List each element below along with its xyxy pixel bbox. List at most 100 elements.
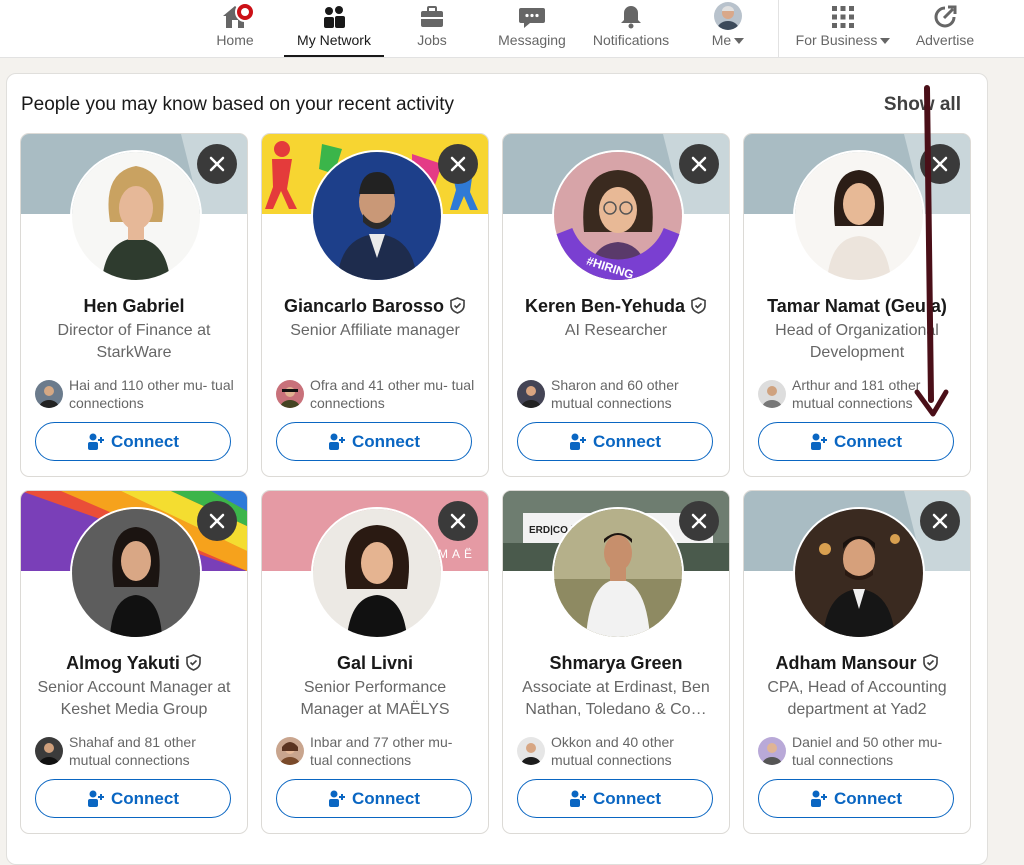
mutual-avatar bbox=[35, 380, 63, 408]
close-icon bbox=[209, 513, 225, 529]
chat-bubble-icon bbox=[518, 4, 546, 30]
mutual-text: Arthur and 181 other mutual connections bbox=[792, 377, 921, 411]
dismiss-button[interactable] bbox=[679, 501, 719, 541]
person-card[interactable]: MAË Gal Livni Senior Performance Manager… bbox=[261, 490, 489, 834]
person-card[interactable]: Tamar Namat (Geula) Head of Organization… bbox=[743, 133, 971, 477]
add-person-icon bbox=[811, 790, 827, 807]
mutual-connections: Ofra and 41 other mu- tual connections bbox=[276, 376, 476, 412]
dismiss-button[interactable] bbox=[679, 144, 719, 184]
nav-divider bbox=[778, 0, 779, 57]
person-name[interactable]: Tamar Namat (Geula) bbox=[767, 296, 947, 316]
mutual-text: Daniel and 50 other mu- tual connections bbox=[792, 734, 943, 768]
nav-label: Jobs bbox=[417, 32, 447, 48]
person-card[interactable]: Giancarlo Barosso Senior Affiliate manag… bbox=[261, 133, 489, 477]
person-name[interactable]: Keren Ben-Yehuda bbox=[525, 296, 685, 316]
person-card[interactable]: ERD|CO | Er Shmarya Green Associate at E… bbox=[502, 490, 730, 834]
person-name[interactable]: Hen Gabriel bbox=[83, 296, 184, 316]
chevron-down-icon bbox=[880, 38, 891, 45]
people-you-may-know-panel: People you may know based on your recent… bbox=[6, 73, 988, 865]
person-headline: AI Researcher bbox=[564, 322, 668, 339]
dismiss-button[interactable] bbox=[197, 144, 237, 184]
close-icon bbox=[691, 513, 707, 529]
section-title: People you may know based on your recent… bbox=[21, 94, 455, 115]
dismiss-button[interactable] bbox=[920, 501, 960, 541]
person-card[interactable]: Almog Yakuti Senior Account Manager at K… bbox=[20, 490, 248, 834]
notification-badge bbox=[235, 2, 255, 22]
mutual-avatar bbox=[517, 737, 545, 765]
avatar: #HIRING bbox=[552, 150, 684, 282]
dismiss-button[interactable] bbox=[920, 144, 960, 184]
show-all-link[interactable]: Show all bbox=[884, 94, 961, 116]
person-name[interactable]: Almog Yakuti bbox=[66, 653, 180, 673]
dismiss-button[interactable] bbox=[438, 144, 478, 184]
dismiss-button[interactable] bbox=[438, 501, 478, 541]
add-person-icon bbox=[329, 433, 345, 450]
connect-button[interactable]: Connect bbox=[758, 779, 954, 818]
verified-shield-icon bbox=[922, 654, 938, 671]
mutual-avatar bbox=[517, 380, 545, 408]
bell-icon bbox=[617, 4, 645, 30]
close-icon bbox=[209, 156, 225, 172]
mutual-connections: Sharon and 60 other mutual connections bbox=[517, 376, 717, 412]
mutual-text: Sharon and 60 other mutual connections bbox=[551, 377, 679, 411]
verified-shield-icon bbox=[450, 297, 465, 314]
avatar bbox=[70, 507, 202, 639]
avatar bbox=[70, 150, 202, 282]
avatar bbox=[793, 150, 925, 282]
add-person-icon bbox=[811, 433, 827, 450]
connect-button[interactable]: Connect bbox=[276, 422, 472, 461]
connect-button[interactable]: Connect bbox=[35, 422, 231, 461]
close-icon bbox=[932, 156, 948, 172]
connect-button[interactable]: Connect bbox=[517, 422, 713, 461]
mutual-avatar bbox=[758, 380, 786, 408]
advertise-icon bbox=[931, 4, 959, 30]
nav-label: Me bbox=[711, 32, 732, 48]
connect-button[interactable]: Connect bbox=[276, 779, 472, 818]
person-headline: Senior Performance Manager at MAËLYS bbox=[300, 679, 450, 718]
nav-notifications[interactable]: Notifications bbox=[585, 0, 677, 57]
close-icon bbox=[450, 156, 466, 172]
nav-label: For Business bbox=[795, 32, 878, 48]
connect-button[interactable]: Connect bbox=[517, 779, 713, 818]
mutual-connections: Okkon and 40 other mutual connections bbox=[517, 733, 717, 769]
mutual-avatar bbox=[35, 737, 63, 765]
nav-me[interactable]: Me bbox=[700, 0, 756, 57]
person-card[interactable]: #HIRING Keren Ben-Yehuda AI Researcher S… bbox=[502, 133, 730, 477]
home-icon bbox=[221, 2, 255, 30]
mutual-connections: Hai and 110 other mu- tual connections bbox=[35, 376, 235, 412]
mutual-connections: Arthur and 181 other mutual connections bbox=[758, 376, 958, 412]
nav-label: Messaging bbox=[498, 32, 566, 48]
connect-button[interactable]: Connect bbox=[758, 422, 954, 461]
person-name[interactable]: Adham Mansour bbox=[775, 653, 916, 673]
person-card[interactable]: Hen Gabriel Director of Finance at Stark… bbox=[20, 133, 248, 477]
dismiss-button[interactable] bbox=[197, 501, 237, 541]
person-name[interactable]: Shmarya Green bbox=[549, 653, 682, 673]
chevron-down-icon bbox=[734, 38, 745, 45]
nav-label: Home bbox=[216, 32, 254, 48]
nav-for-business[interactable]: For Business bbox=[790, 0, 896, 57]
person-name[interactable]: Giancarlo Barosso bbox=[284, 296, 444, 316]
mutual-text: Hai and 110 other mu- tual connections bbox=[69, 377, 234, 411]
mutual-avatar bbox=[758, 737, 786, 765]
person-headline: Senior Affiliate manager bbox=[290, 322, 460, 339]
avatar bbox=[552, 507, 684, 639]
top-navigation: Home My Network Jobs Messaging Notificat… bbox=[0, 0, 1024, 58]
person-name[interactable]: Gal Livni bbox=[337, 653, 413, 673]
nav-jobs[interactable]: Jobs bbox=[403, 0, 461, 57]
nav-label: Notifications bbox=[592, 32, 670, 48]
nav-messaging[interactable]: Messaging bbox=[494, 0, 570, 57]
nav-my-network[interactable]: My Network bbox=[284, 0, 384, 57]
briefcase-icon bbox=[418, 4, 446, 30]
person-headline: Senior Account Manager at Keshet Media G… bbox=[37, 679, 231, 718]
person-card[interactable]: Adham Mansour CPA, Head of Accounting de… bbox=[743, 490, 971, 834]
add-person-icon bbox=[329, 790, 345, 807]
grid-icon bbox=[829, 4, 857, 30]
add-person-icon bbox=[88, 790, 104, 807]
nav-home[interactable]: Home bbox=[205, 0, 265, 57]
close-icon bbox=[932, 513, 948, 529]
nav-advertise[interactable]: Advertise bbox=[910, 0, 980, 57]
add-person-icon bbox=[88, 433, 104, 450]
mutual-avatar bbox=[276, 737, 304, 765]
active-indicator bbox=[284, 55, 384, 57]
connect-button[interactable]: Connect bbox=[35, 779, 231, 818]
